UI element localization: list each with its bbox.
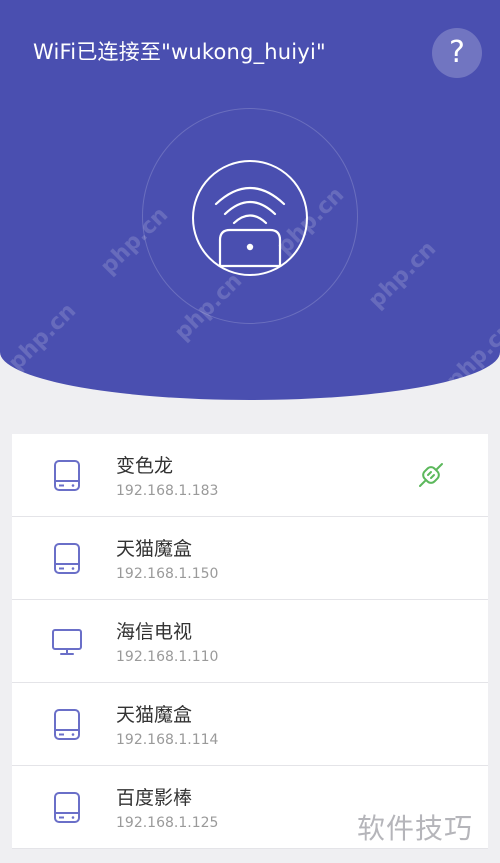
help-button[interactable]: ? <box>432 28 482 78</box>
box-icon <box>54 543 80 574</box>
router-wifi-icon <box>192 160 308 276</box>
device-name: 天猫魔盒 <box>116 538 193 560</box>
box-icon <box>54 792 80 823</box>
connected-link-icon[interactable] <box>417 461 445 489</box>
device-name: 海信电视 <box>116 621 193 643</box>
device-name: 变色龙 <box>116 455 174 477</box>
watermark-text: php.cn <box>4 298 82 376</box>
device-ip: 192.168.1.125 <box>116 815 219 831</box>
device-ip: 192.168.1.110 <box>116 649 219 665</box>
watermark-text: php.cn <box>442 316 500 394</box>
header-banner: php.cn php.cn php.cn php.cn php.cn php.c… <box>0 0 500 400</box>
watermark-text: php.cn <box>364 236 442 314</box>
box-icon <box>54 709 80 740</box>
device-ip: 192.168.1.150 <box>116 566 219 582</box>
device-row[interactable]: 天猫魔盒 192.168.1.114 <box>12 683 488 766</box>
device-row[interactable]: 变色龙 192.168.1.183 <box>12 434 488 517</box>
wifi-status-title: WiFi已连接至"wukong_huiyi" <box>33 40 326 64</box>
device-ip: 192.168.1.183 <box>116 483 219 499</box>
device-list: 变色龙 192.168.1.183 天猫魔盒 192.168.1.150 海信电… <box>12 434 488 849</box>
tv-icon <box>52 629 82 655</box>
box-icon <box>54 460 80 491</box>
device-ip: 192.168.1.114 <box>116 732 219 748</box>
device-name: 百度影棒 <box>116 787 193 809</box>
watermark-logo-text: 软件技巧 <box>357 812 474 845</box>
device-row[interactable]: 海信电视 192.168.1.110 <box>12 600 488 683</box>
device-name: 天猫魔盒 <box>116 704 193 726</box>
device-row[interactable]: 天猫魔盒 192.168.1.150 <box>12 517 488 600</box>
